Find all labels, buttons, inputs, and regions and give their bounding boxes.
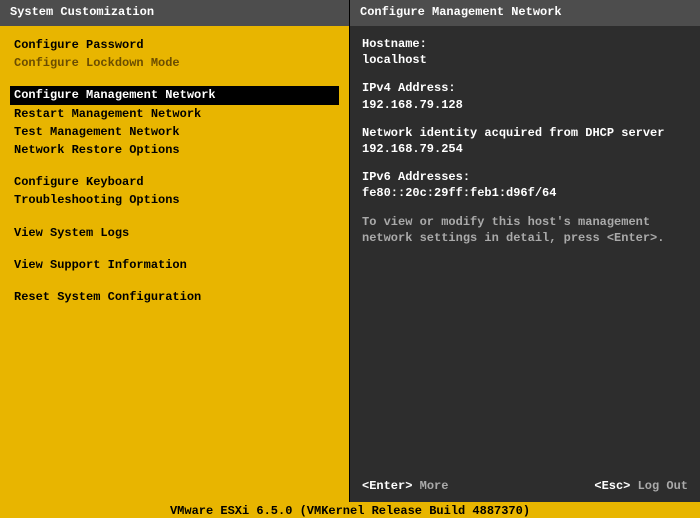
enter-label: More [412, 479, 448, 493]
menu-item[interactable]: View System Logs [10, 224, 339, 242]
dhcp-line: Network identity acquired from DHCP serv… [362, 125, 688, 157]
menu-item[interactable]: Configure Password [10, 36, 339, 54]
right-panel-title: Configure Management Network [350, 0, 700, 26]
esc-label: Log Out [630, 479, 688, 493]
hostname-block: Hostname: localhost [362, 36, 688, 68]
ipv4-block: IPv4 Address: 192.168.79.128 [362, 80, 688, 112]
menu-item[interactable]: Test Management Network [10, 123, 339, 141]
menu-item[interactable]: Configure Lockdown Mode [10, 54, 339, 72]
menu-list: Configure PasswordConfigure Lockdown Mod… [0, 26, 349, 502]
menu-item[interactable]: Network Restore Options [10, 141, 339, 159]
footer-esc[interactable]: <Esc> Log Out [594, 478, 688, 494]
esc-key: <Esc> [594, 479, 630, 493]
menu-item[interactable]: View Support Information [10, 256, 339, 274]
ipv6-label: IPv6 Addresses: [362, 170, 470, 184]
status-bar: VMware ESXi 6.5.0 (VMKernel Release Buil… [0, 502, 700, 518]
left-panel: System Customization Configure PasswordC… [0, 0, 350, 502]
menu-item[interactable]: Troubleshooting Options [10, 191, 339, 209]
detail-body: Hostname: localhost IPv4 Address: 192.16… [350, 26, 700, 472]
menu-item[interactable]: Configure Management Network [10, 86, 339, 104]
ipv4-value: 192.168.79.128 [362, 98, 463, 112]
main-area: System Customization Configure PasswordC… [0, 0, 700, 502]
left-panel-title: System Customization [0, 0, 349, 26]
hostname-label: Hostname: [362, 37, 427, 51]
ipv4-label: IPv4 Address: [362, 81, 456, 95]
hostname-value: localhost [362, 53, 427, 67]
enter-key: <Enter> [362, 479, 412, 493]
menu-item[interactable]: Configure Keyboard [10, 173, 339, 191]
right-panel: Configure Management Network Hostname: l… [350, 0, 700, 502]
footer-keys: <Enter> More <Esc> Log Out [350, 472, 700, 502]
footer-enter[interactable]: <Enter> More [362, 478, 448, 494]
ipv6-value: fe80::20c:29ff:feb1:d96f/64 [362, 186, 556, 200]
menu-item[interactable]: Restart Management Network [10, 105, 339, 123]
ipv6-block: IPv6 Addresses: fe80::20c:29ff:feb1:d96f… [362, 169, 688, 201]
menu-item[interactable]: Reset System Configuration [10, 288, 339, 306]
hint-text: To view or modify this host's management… [362, 214, 688, 246]
